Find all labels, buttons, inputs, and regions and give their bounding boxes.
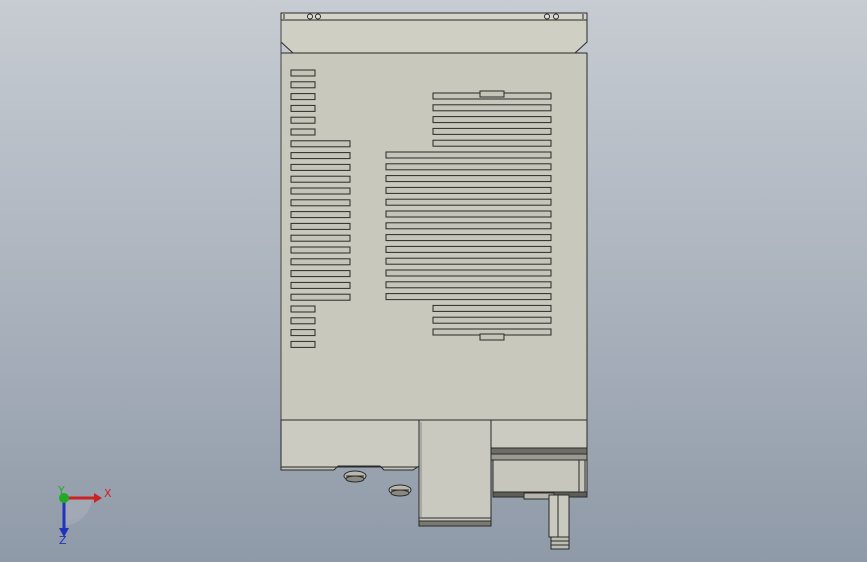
- vent-slot-right: [385, 198, 552, 206]
- vent-slot-left: [290, 340, 316, 348]
- top-screw-left-2: [315, 13, 321, 20]
- top-lip: [280, 12, 588, 21]
- x-axis-arrow-icon: [94, 493, 102, 503]
- vent-slot-right: [385, 245, 552, 253]
- vent-slot-left: [290, 317, 316, 325]
- vent-slot-left: [290, 246, 351, 254]
- vent-slot-left: [290, 140, 351, 148]
- vent-slot-right: [432, 304, 552, 312]
- vent-slot-left: [290, 93, 316, 101]
- vent-slot-left: [290, 329, 316, 337]
- vent-slot-right: [432, 116, 552, 124]
- vent-slot-right: [385, 175, 552, 183]
- bottom-left-step: [280, 465, 420, 471]
- vent-slot-right: [385, 293, 552, 301]
- x-axis-label: X: [104, 487, 112, 500]
- vent-tab-bottom: [479, 333, 505, 341]
- coordinate-triad: X Y Z: [57, 484, 112, 547]
- vent-slot-left: [290, 270, 351, 278]
- top-screw-left-1: [307, 13, 313, 20]
- vent-slot-left: [290, 163, 351, 171]
- vent-slot-left: [290, 116, 316, 124]
- vent-tab-top: [479, 90, 505, 98]
- bottom-screws: [343, 470, 412, 497]
- vent-slot-left: [290, 104, 316, 112]
- vent-slot-right: [385, 234, 552, 242]
- vent-slot-left: [290, 258, 351, 266]
- vent-slot-left: [290, 152, 351, 160]
- vent-slot-left: [290, 69, 316, 77]
- z-axis-label: Z: [59, 534, 67, 547]
- cable-clip: [523, 492, 570, 550]
- bottom-left-block: [280, 419, 420, 468]
- vent-slot-left: [290, 281, 351, 289]
- vent-slot-right: [385, 222, 552, 230]
- vent-slot-left: [290, 305, 316, 313]
- vent-slot-right: [385, 281, 552, 289]
- cad-viewport[interactable]: X Y Z: [0, 0, 867, 562]
- y-axis-label: Y: [57, 484, 65, 497]
- vent-slot-right: [385, 210, 552, 218]
- vent-slot-left: [290, 175, 351, 183]
- vent-slot-right: [432, 104, 552, 112]
- vent-slot-left: [290, 128, 316, 136]
- top-screw-right-2: [553, 13, 559, 20]
- vent-slot-left: [290, 187, 351, 195]
- vent-slot-left: [290, 81, 316, 89]
- right-terminal-block: [490, 419, 588, 498]
- vent-slot-left: [290, 222, 351, 230]
- vent-slot-right: [385, 151, 552, 159]
- vent-slot-left: [290, 211, 351, 219]
- vent-slot-right: [385, 186, 552, 194]
- vent-slot-left: [290, 293, 351, 301]
- vent-slot-right: [385, 163, 552, 171]
- vent-slot-right: [432, 139, 552, 147]
- vent-slot-right: [432, 316, 552, 324]
- vent-slot-left: [290, 199, 351, 207]
- vent-slot-right: [432, 127, 552, 135]
- vent-slot-left: [290, 234, 351, 242]
- top-screw-right-1: [544, 13, 550, 20]
- center-connector: [418, 419, 492, 527]
- vent-slot-right: [385, 269, 552, 277]
- top-bevel: [280, 19, 588, 54]
- vent-slot-right: [385, 257, 552, 265]
